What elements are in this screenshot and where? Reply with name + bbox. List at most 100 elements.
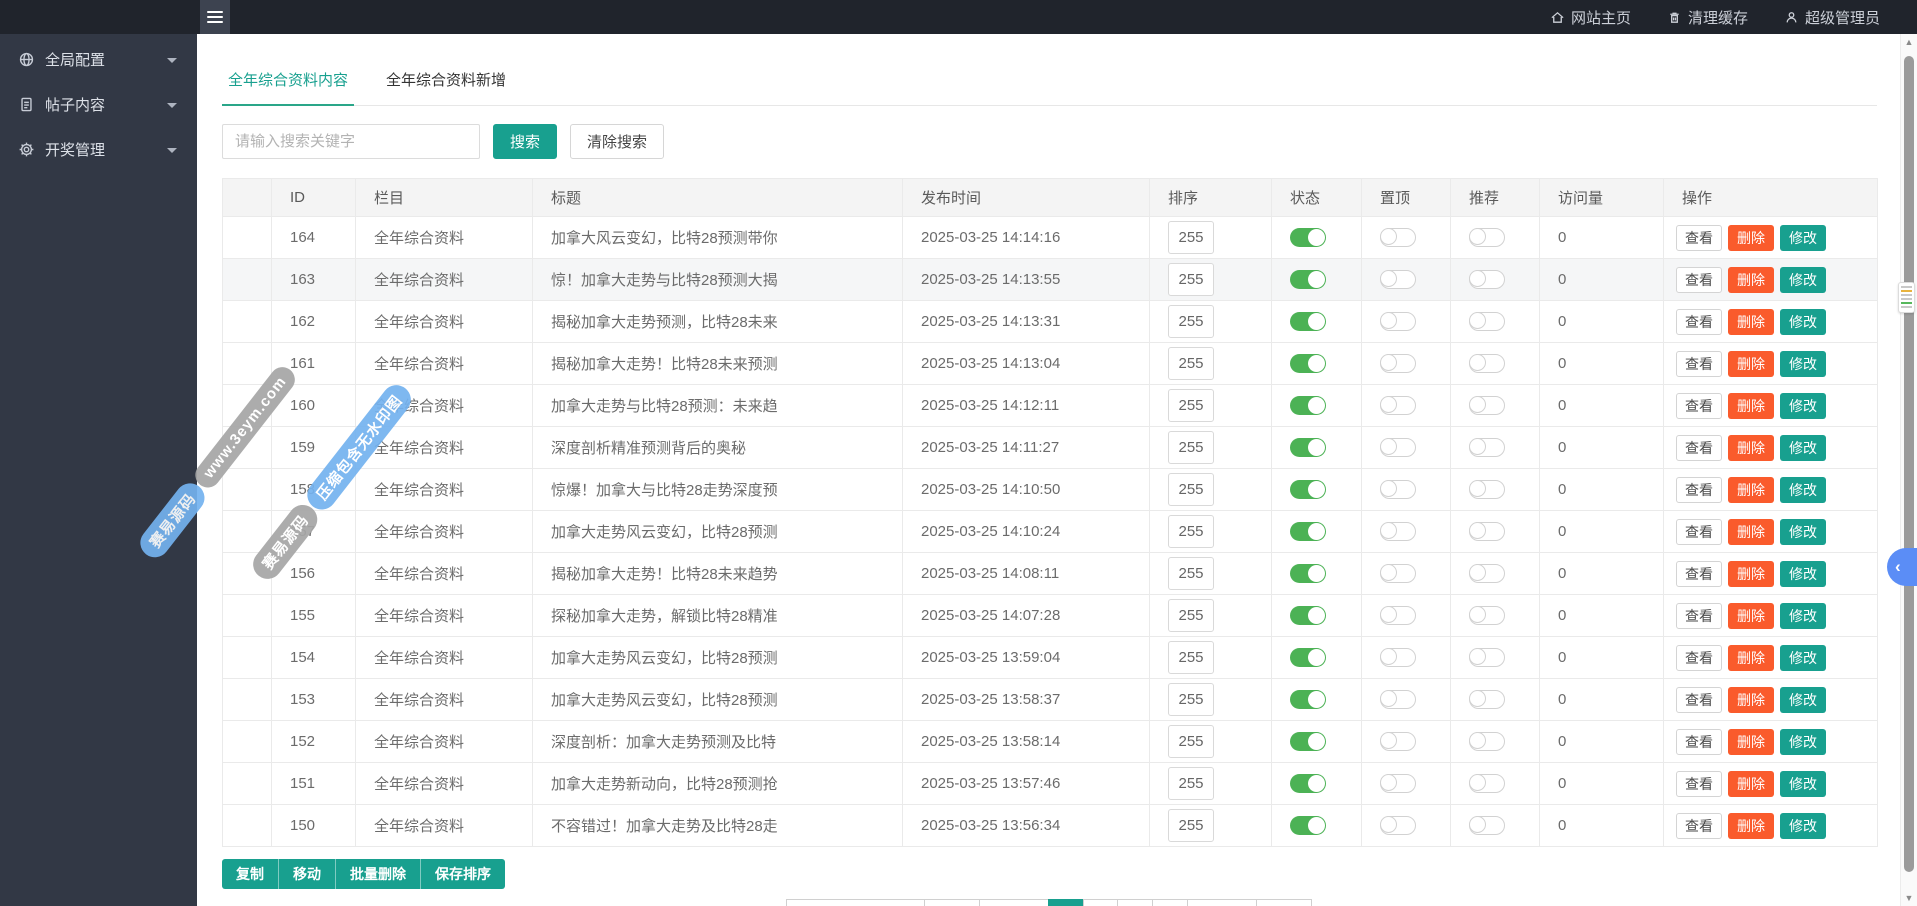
save-order-button[interactable]: 保存排序 xyxy=(420,859,505,889)
status-toggle[interactable] xyxy=(1290,438,1326,457)
sort-input[interactable] xyxy=(1168,347,1214,380)
pin-top-toggle[interactable] xyxy=(1380,606,1416,625)
pin-top-toggle[interactable] xyxy=(1380,690,1416,709)
delete-button[interactable]: 删除 xyxy=(1728,729,1774,755)
sidebar-item-global-config[interactable]: 全局配置 xyxy=(0,37,197,82)
status-toggle[interactable] xyxy=(1290,732,1326,751)
pin-top-toggle[interactable] xyxy=(1380,312,1416,331)
recommend-toggle[interactable] xyxy=(1469,480,1505,499)
status-toggle[interactable] xyxy=(1290,690,1326,709)
clear-search-button[interactable]: 清除搜索 xyxy=(570,124,664,159)
delete-button[interactable]: 删除 xyxy=(1728,561,1774,587)
edit-button[interactable]: 修改 xyxy=(1780,267,1826,293)
recommend-toggle[interactable] xyxy=(1469,606,1505,625)
sort-input[interactable] xyxy=(1168,599,1214,632)
pin-top-toggle[interactable] xyxy=(1380,270,1416,289)
delete-button[interactable]: 删除 xyxy=(1728,351,1774,377)
status-toggle[interactable] xyxy=(1290,648,1326,667)
sort-input[interactable] xyxy=(1168,725,1214,758)
sort-input[interactable] xyxy=(1168,431,1214,464)
sort-input[interactable] xyxy=(1168,557,1214,590)
page-4[interactable]: 4 xyxy=(1152,899,1188,906)
pin-top-toggle[interactable] xyxy=(1380,228,1416,247)
status-toggle[interactable] xyxy=(1290,228,1326,247)
pin-top-toggle[interactable] xyxy=(1380,732,1416,751)
status-toggle[interactable] xyxy=(1290,816,1326,835)
edit-button[interactable]: 修改 xyxy=(1780,477,1826,503)
search-button[interactable]: 搜索 xyxy=(493,124,557,159)
edit-button[interactable]: 修改 xyxy=(1780,393,1826,419)
recommend-toggle[interactable] xyxy=(1469,396,1505,415)
page-2[interactable]: 2 xyxy=(1083,899,1119,906)
pin-top-toggle[interactable] xyxy=(1380,438,1416,457)
delete-button[interactable]: 删除 xyxy=(1728,519,1774,545)
delete-button[interactable]: 删除 xyxy=(1728,435,1774,461)
sort-input[interactable] xyxy=(1168,389,1214,422)
view-button[interactable]: 查看 xyxy=(1676,225,1722,251)
view-button[interactable]: 查看 xyxy=(1676,561,1722,587)
delete-button[interactable]: 删除 xyxy=(1728,267,1774,293)
delete-button[interactable]: 删除 xyxy=(1728,393,1774,419)
sort-input[interactable] xyxy=(1168,221,1214,254)
edit-button[interactable]: 修改 xyxy=(1780,687,1826,713)
delete-button[interactable]: 删除 xyxy=(1728,687,1774,713)
view-button[interactable]: 查看 xyxy=(1676,351,1722,377)
view-button[interactable]: 查看 xyxy=(1676,603,1722,629)
sort-input[interactable] xyxy=(1168,515,1214,548)
recommend-toggle[interactable] xyxy=(1469,270,1505,289)
view-button[interactable]: 查看 xyxy=(1676,393,1722,419)
view-button[interactable]: 查看 xyxy=(1676,813,1722,839)
pin-top-toggle[interactable] xyxy=(1380,354,1416,373)
status-toggle[interactable] xyxy=(1290,480,1326,499)
edit-button[interactable]: 修改 xyxy=(1780,435,1826,461)
delete-button[interactable]: 删除 xyxy=(1728,309,1774,335)
delete-button[interactable]: 删除 xyxy=(1728,225,1774,251)
edit-button[interactable]: 修改 xyxy=(1780,645,1826,671)
nav-site-home[interactable]: 网站主页 xyxy=(1550,7,1631,28)
status-toggle[interactable] xyxy=(1290,606,1326,625)
tab-add-new[interactable]: 全年综合资料新增 xyxy=(384,63,508,105)
page-next[interactable]: 后一页 xyxy=(1187,899,1257,906)
status-toggle[interactable] xyxy=(1290,270,1326,289)
collapse-panel-button[interactable]: ‹ xyxy=(1887,548,1917,586)
view-button[interactable]: 查看 xyxy=(1676,729,1722,755)
edit-button[interactable]: 修改 xyxy=(1780,771,1826,797)
recommend-toggle[interactable] xyxy=(1469,438,1505,457)
recommend-toggle[interactable] xyxy=(1469,228,1505,247)
view-button[interactable]: 查看 xyxy=(1676,519,1722,545)
view-button[interactable]: 查看 xyxy=(1676,477,1722,503)
status-toggle[interactable] xyxy=(1290,564,1326,583)
status-toggle[interactable] xyxy=(1290,396,1326,415)
scrollbar-thumb[interactable] xyxy=(1904,56,1914,872)
view-button[interactable]: 查看 xyxy=(1676,687,1722,713)
page-prev[interactable]: 前一页 xyxy=(979,899,1049,906)
move-button[interactable]: 移动 xyxy=(278,859,335,889)
edit-button[interactable]: 修改 xyxy=(1780,561,1826,587)
recommend-toggle[interactable] xyxy=(1469,648,1505,667)
recommend-toggle[interactable] xyxy=(1469,774,1505,793)
search-input[interactable] xyxy=(222,124,480,159)
recommend-toggle[interactable] xyxy=(1469,690,1505,709)
recommend-toggle[interactable] xyxy=(1469,312,1505,331)
recommend-toggle[interactable] xyxy=(1469,564,1505,583)
sidebar-item-lottery-management[interactable]: 开奖管理 xyxy=(0,127,197,172)
nav-admin-account[interactable]: 超级管理员 xyxy=(1784,7,1880,28)
pin-top-toggle[interactable] xyxy=(1380,396,1416,415)
status-toggle[interactable] xyxy=(1290,312,1326,331)
pin-top-toggle[interactable] xyxy=(1380,816,1416,835)
page-last[interactable]: 尾页 xyxy=(1256,899,1312,906)
view-button[interactable]: 查看 xyxy=(1676,435,1722,461)
sort-input[interactable] xyxy=(1168,683,1214,716)
status-toggle[interactable] xyxy=(1290,354,1326,373)
sort-input[interactable] xyxy=(1168,641,1214,674)
delete-button[interactable]: 删除 xyxy=(1728,603,1774,629)
sort-input[interactable] xyxy=(1168,473,1214,506)
delete-button[interactable]: 删除 xyxy=(1728,771,1774,797)
pin-top-toggle[interactable] xyxy=(1380,480,1416,499)
view-button[interactable]: 查看 xyxy=(1676,309,1722,335)
delete-button[interactable]: 删除 xyxy=(1728,645,1774,671)
view-button[interactable]: 查看 xyxy=(1676,771,1722,797)
pin-top-toggle[interactable] xyxy=(1380,564,1416,583)
tab-content-list[interactable]: 全年综合资料内容 xyxy=(222,63,354,106)
edit-button[interactable]: 修改 xyxy=(1780,729,1826,755)
